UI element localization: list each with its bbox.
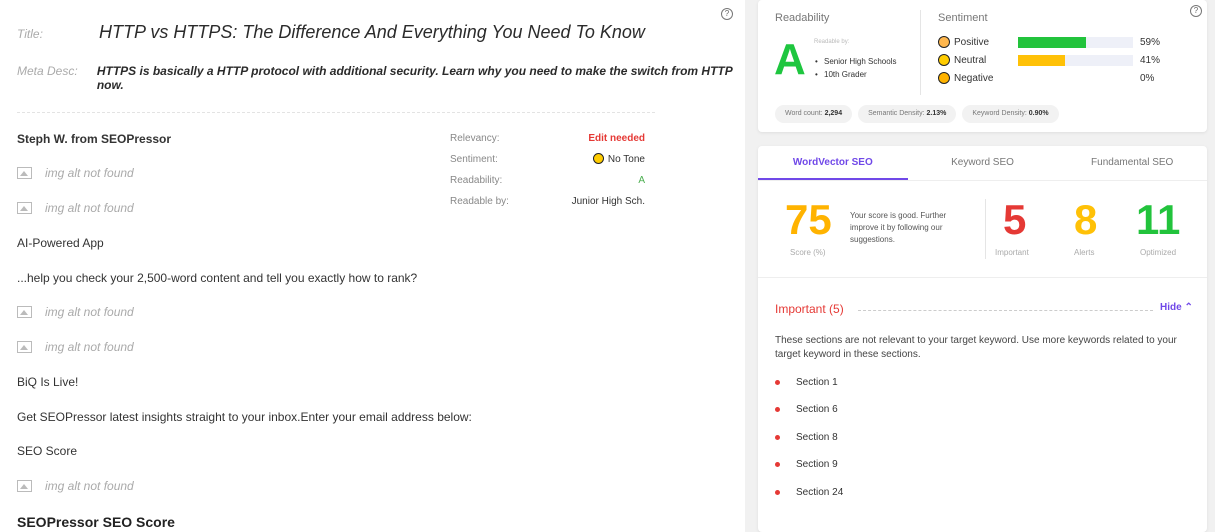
divider [920, 10, 921, 95]
image-icon [17, 341, 32, 353]
important-caption: Important [995, 248, 1029, 257]
readable-by-list: Senior High Schools 10th Grader [815, 55, 896, 81]
seo-analysis-pane: Readability A Readable by: Senior High S… [745, 0, 1215, 532]
chevron-up-icon: ⌃ [1184, 302, 1193, 313]
neutral-emoji-icon [592, 153, 604, 164]
meta-desc-value: HTTPS is basically a HTTP protocol with … [96, 64, 733, 92]
meta-desc-row: Meta Desc: HTTPS is basically a HTTP pro… [17, 64, 745, 92]
score-summary: 75 Score (%) Your score is good. Further… [758, 181, 1207, 277]
optimized-count: 11 [1136, 196, 1181, 243]
help-icon[interactable]: ? [721, 8, 733, 20]
img-alt-missing: img alt not found [17, 166, 134, 180]
sentiment-bar [1018, 54, 1133, 66]
sentiment-row-positive: Positive 59% [938, 36, 1160, 48]
author-line: Steph W. from SEOPressor [17, 132, 172, 146]
sentiment-bar-fill [1018, 54, 1066, 66]
help-icon[interactable]: ? [1190, 5, 1202, 17]
sentiment-bar [1018, 73, 1133, 84]
score-value: 75 [785, 196, 832, 243]
keyword-density-pill: Keyword Density: 0.90% [962, 105, 1059, 123]
meta-desc-label: Meta Desc: [17, 64, 78, 78]
list-item[interactable]: Section 1 [775, 377, 838, 388]
tab-keyword-seo[interactable]: Keyword SEO [908, 146, 1058, 180]
bullet-icon [775, 380, 780, 385]
seo-score-card: WordVector SEO Keyword SEO Fundamental S… [758, 146, 1207, 532]
image-icon [17, 167, 32, 179]
stat-readability: Readability: A [450, 175, 645, 186]
stat-readable-by: Readable by: Junior High Sch. [450, 196, 645, 207]
img-alt-missing: img alt not found [17, 479, 134, 493]
image-icon [17, 480, 32, 492]
divider [985, 199, 986, 259]
bullet-icon [775, 490, 780, 495]
list-item[interactable]: Section 6 [775, 404, 838, 415]
score-message: Your score is good. Further improve it b… [850, 211, 947, 244]
readability-grade: A [774, 35, 806, 84]
list-item[interactable]: Section 9 [775, 459, 838, 470]
content-stats: Relevancy: Edit needed Sentiment: No Ton… [450, 132, 645, 216]
sentiment-bar [1018, 36, 1133, 48]
content-line: SEO Score [17, 444, 78, 458]
meta-title-label: Title: [17, 27, 43, 41]
image-icon [17, 306, 32, 318]
word-count-pill: Word count: 2,294 [775, 105, 853, 123]
semantic-density-pill: Semantic Density: 2.13% [858, 105, 957, 123]
readability-sentiment-card: Readability A Readable by: Senior High S… [758, 0, 1207, 132]
score-caption: Score (%) [790, 248, 826, 257]
hide-button[interactable]: Hide ⌃ [1160, 302, 1193, 313]
sentiment-bar-fill [1018, 36, 1086, 48]
density-pills: Word count: 2,294 Semantic Density: 2.13… [775, 105, 1065, 123]
stat-relevancy: Relevancy: Edit needed [450, 133, 645, 144]
alerts-caption: Alerts [1074, 248, 1095, 257]
important-count: 5 [1003, 196, 1027, 243]
list-item: Senior High Schools [815, 55, 896, 68]
content-line: ...help you check your 2,500-word conten… [17, 271, 418, 285]
seo-tabs: WordVector SEO Keyword SEO Fundamental S… [758, 146, 1207, 181]
bullet-icon [775, 462, 780, 467]
content-heading: SEOPressor SEO Score [17, 514, 175, 530]
content-line: BiQ Is Live! [17, 375, 79, 389]
img-alt-missing: img alt not found [17, 305, 134, 319]
content-line: AI-Powered App [17, 236, 104, 250]
bullet-icon [775, 407, 780, 412]
bullet-icon [775, 435, 780, 440]
sentiment-title: Sentiment [938, 12, 988, 24]
list-item[interactable]: Section 8 [775, 432, 838, 443]
list-item: 10th Grader [815, 68, 896, 81]
divider [17, 112, 655, 113]
meta-title-value: HTTP vs HTTPS: The Difference And Everyt… [99, 22, 645, 42]
alerts-count: 8 [1074, 196, 1098, 243]
important-description: These sections are not relevant to your … [775, 335, 1177, 360]
sentiment-row-negative: Negative 0% [938, 72, 1154, 84]
readable-by-label: Readable by: [814, 39, 850, 45]
tab-wordvector-seo[interactable]: WordVector SEO [758, 146, 908, 180]
content-line: Get SEOPressor latest insights straight … [17, 410, 472, 424]
neutral-emoji-icon [938, 54, 950, 66]
img-alt-missing: img alt not found [17, 201, 134, 215]
sad-emoji-icon [938, 72, 950, 84]
image-icon [17, 202, 32, 214]
meta-title-row: Title: HTTP vs HTTPS: The Difference And… [17, 22, 645, 43]
divider [858, 310, 1153, 311]
stat-sentiment: Sentiment: No Tone [450, 153, 645, 165]
content-preview-pane: ? Title: HTTP vs HTTPS: The Difference A… [0, 0, 745, 532]
optimized-caption: Optimized [1140, 248, 1177, 257]
tab-fundamental-seo[interactable]: Fundamental SEO [1057, 146, 1207, 180]
important-section: Important (5) Hide ⌃ These sections are … [758, 277, 1207, 532]
list-item[interactable]: Section 24 [775, 487, 843, 498]
active-tab-indicator [758, 178, 908, 180]
important-title: Important (5) [775, 302, 844, 316]
happy-emoji-icon [938, 36, 950, 48]
img-alt-missing: img alt not found [17, 340, 134, 354]
sentiment-row-neutral: Neutral 41% [938, 54, 1160, 66]
readability-title: Readability [775, 12, 830, 24]
